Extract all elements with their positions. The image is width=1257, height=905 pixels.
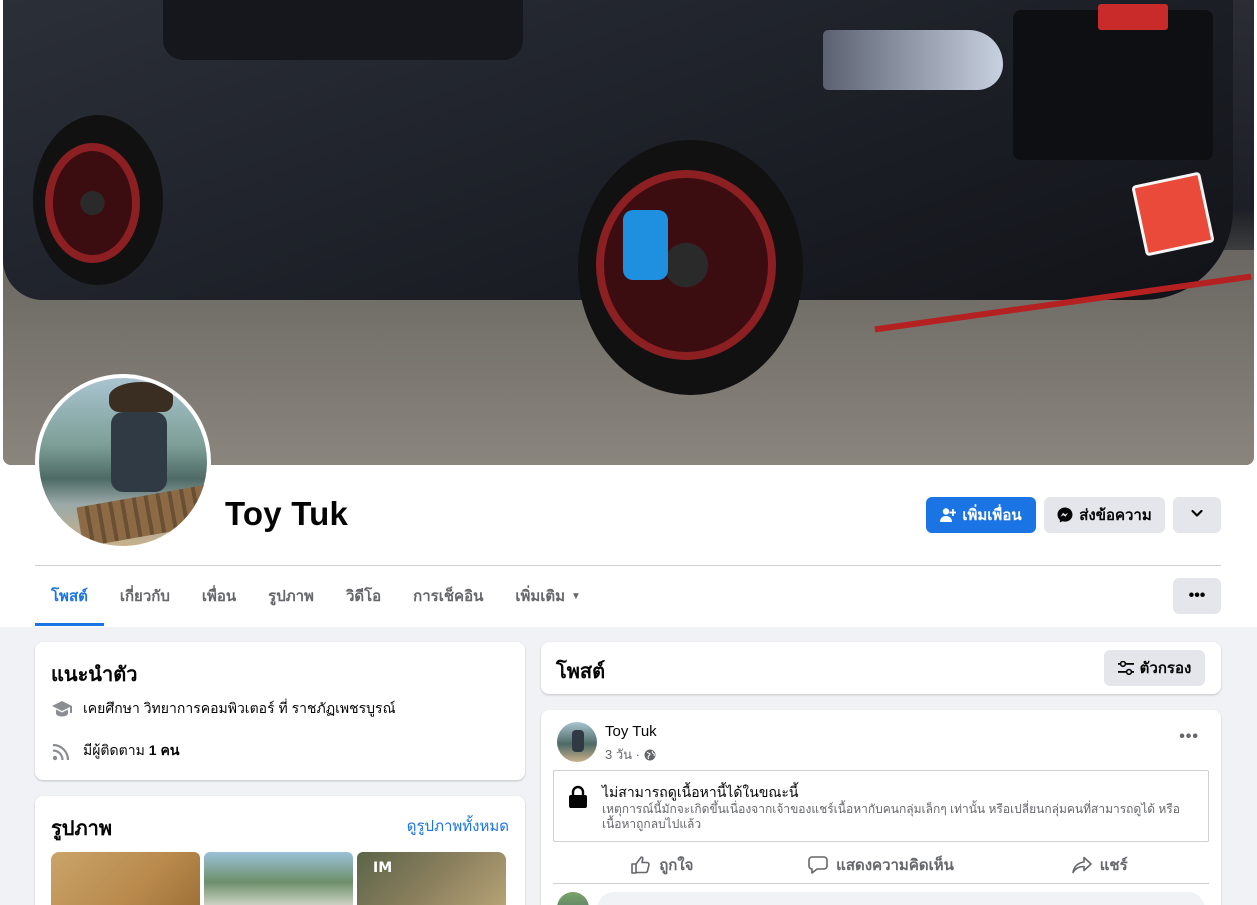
cover-red-badge (1098, 4, 1168, 30)
see-all-photos-link[interactable]: ดูรูปภาพทั้งหมด (407, 814, 509, 838)
cover-grille (1013, 10, 1213, 160)
filter-button[interactable]: ตัวกรอง (1104, 650, 1205, 686)
share-button[interactable]: แชร์ (990, 848, 1209, 882)
profile-options-button[interactable] (1173, 497, 1221, 533)
profile-header: Toy Tuk เพิ่มเพื่อน ส่งข้อความ โพสต์ เกี… (0, 0, 1257, 627)
intro-title: แนะนำตัว (51, 664, 138, 686)
tab-friends[interactable]: เพื่อน (186, 566, 252, 626)
tab-posts[interactable]: โพสต์ (35, 566, 104, 626)
content-unavailable-box: ไม่สามารถดูเนื้อหานี้ได้ในขณะนี้ เหตุการ… (553, 770, 1209, 842)
more-options-button[interactable]: ••• (1173, 578, 1221, 614)
lock-icon (568, 785, 588, 814)
unavailable-description: เหตุการณ์นี้มักจะเกิดขึ้นเนื่องจากเจ้าขอ… (602, 802, 1180, 831)
share-label: แชร์ (1099, 857, 1128, 874)
add-friend-icon (940, 507, 957, 523)
messenger-icon (1057, 507, 1073, 523)
tab-checkins[interactable]: การเช็คอิน (397, 566, 499, 626)
tab-label: รูปภาพ (268, 588, 314, 605)
post-options-icon[interactable]: ••• (1179, 728, 1199, 746)
tab-label: เกี่ยวกับ (119, 588, 170, 605)
tab-label: เพื่อน (201, 588, 237, 605)
actions-divider (553, 883, 1209, 884)
followers-icon (51, 741, 73, 761)
tab-label: โพสต์ (51, 588, 88, 605)
post-meta: 3 วัน · (605, 744, 656, 765)
add-friend-button[interactable]: เพิ่มเพื่อน (926, 497, 1036, 533)
post-card: Toy Tuk 3 วัน · ••• ไม่สามารถดูเนื้อหานี… (541, 710, 1221, 905)
comment-label: แสดงความคิดเห็น (836, 857, 954, 874)
tab-about[interactable]: เกี่ยวกับ (104, 566, 186, 626)
more-icon: ••• (1188, 587, 1206, 604)
comment-input[interactable] (597, 892, 1205, 905)
cover-rear-wheel (33, 115, 163, 285)
graduation-cap-icon (51, 700, 73, 718)
profile-tabs: โพสต์ เกี่ยวกับ เพื่อน รูปภาพ วิดีโอ การ… (35, 566, 597, 626)
intro-followers: มีผู้ติดตาม 1 คน (51, 740, 179, 762)
photo-thumbnail[interactable]: IM (357, 852, 506, 905)
chevron-down-icon (1190, 506, 1204, 524)
caret-down-icon: ▼ (571, 590, 581, 602)
profile-avatar[interactable] (35, 374, 211, 550)
intro-education: เคยศึกษา วิทยาการคอมพิวเตอร์ ที่ ราชภัฏเ… (51, 698, 396, 720)
tab-photos[interactable]: รูปภาพ (252, 566, 330, 626)
comment-button[interactable]: แสดงความคิดเห็น (772, 848, 991, 882)
profile-name: Toy Tuk (225, 495, 349, 532)
tab-more[interactable]: เพิ่มเติม ▼ (499, 566, 597, 626)
photos-card: รูปภาพ ดูรูปภาพทั้งหมด IM (35, 796, 525, 905)
post-author-avatar[interactable] (557, 722, 597, 762)
message-button[interactable]: ส่งข้อความ (1044, 497, 1165, 533)
posts-title: โพสต์ (556, 661, 606, 683)
avatar-image (39, 378, 207, 546)
filter-icon (1117, 661, 1134, 675)
intro-education-text: เคยศึกษา วิทยาการคอมพิวเตอร์ ที่ ราชภัฏเ… (83, 700, 396, 716)
tab-label: เพิ่มเติม (515, 588, 566, 605)
like-icon (631, 856, 651, 874)
unavailable-title: ไม่สามารถดูเนื้อหานี้ได้ในขณะนี้ (602, 784, 799, 800)
photos-title: รูปภาพ (51, 818, 113, 840)
cover-window (163, 0, 523, 60)
add-friend-label: เพิ่มเพื่อน (962, 507, 1022, 524)
cover-headlight (823, 30, 1003, 90)
share-icon (1071, 856, 1092, 874)
tab-label: วิดีโอ (345, 588, 382, 605)
cover-photo[interactable] (3, 0, 1254, 465)
photo-thumbnail[interactable] (51, 852, 200, 905)
like-label: ถูกใจ (659, 857, 694, 874)
photo-thumbnail[interactable] (204, 852, 353, 905)
intro-card: แนะนำตัว เคยศึกษา วิทยาการคอมพิวเตอร์ ที… (35, 642, 525, 780)
message-label: ส่งข้อความ (1079, 507, 1152, 524)
globe-icon (644, 749, 656, 761)
posts-header-card: โพสต์ ตัวกรอง (541, 642, 1221, 694)
current-user-avatar[interactable] (557, 892, 589, 905)
like-button[interactable]: ถูกใจ (553, 848, 772, 882)
filter-label: ตัวกรอง (1139, 660, 1192, 677)
tab-label: การเช็คอิน (413, 588, 484, 605)
post-author-name[interactable]: Toy Tuk (605, 723, 657, 740)
comment-icon (808, 856, 828, 874)
post-actions: ถูกใจ แสดงความคิดเห็น แชร์ (553, 848, 1209, 882)
cover-license-plate (1131, 171, 1215, 257)
cover-brake-caliper (623, 210, 668, 280)
cover-front-wheel (578, 140, 803, 395)
tab-videos[interactable]: วิดีโอ (330, 566, 397, 626)
followers-prefix: มีผู้ติดตาม (83, 742, 145, 758)
post-time[interactable]: 3 วัน · (605, 744, 640, 765)
photo-thumbnail-text: IM (373, 860, 393, 876)
followers-count[interactable]: 1 คน (149, 740, 180, 762)
